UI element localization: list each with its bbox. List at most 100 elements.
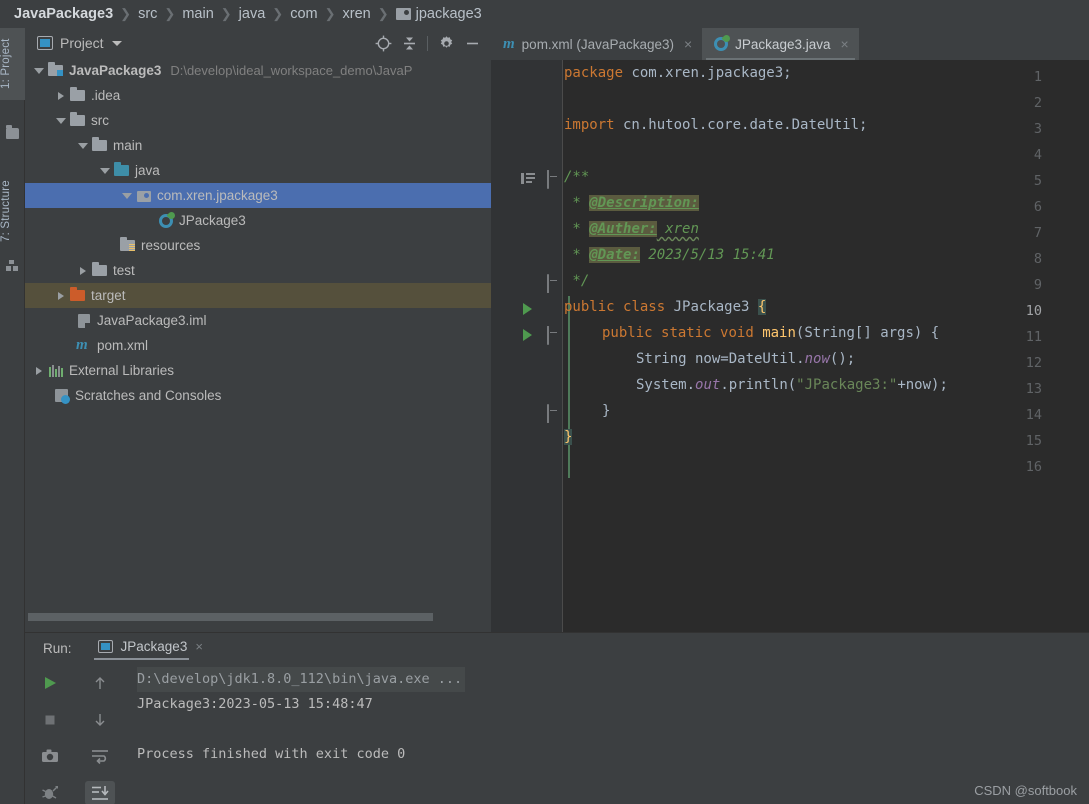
console-line-command: D:\develop\jdk1.8.0_112\bin\java.exe ...	[137, 667, 1089, 692]
tree-row-pom-xml[interactable]: m pom.xml	[25, 333, 491, 358]
expand-arrow-icon[interactable]	[53, 108, 69, 133]
folder-icon	[91, 258, 109, 283]
minimize-icon[interactable]	[459, 30, 485, 56]
expand-arrow-icon[interactable]	[53, 83, 69, 108]
breadcrumb-item-com[interactable]: com	[290, 6, 317, 22]
arrow-down-icon[interactable]	[85, 708, 115, 733]
tree-row-main[interactable]: main	[25, 133, 491, 158]
resources-folder-icon	[119, 233, 137, 258]
token-keyword: package	[564, 65, 624, 81]
chevron-down-icon[interactable]	[111, 40, 122, 46]
expand-arrow-icon[interactable]	[53, 283, 69, 308]
gear-icon[interactable]	[433, 30, 459, 56]
console-line-exit: Process finished with exit code 0	[137, 746, 406, 762]
editor-gutter[interactable]	[491, 60, 563, 632]
expand-arrow-icon[interactable]	[75, 133, 91, 158]
bug-icon[interactable]	[35, 781, 65, 804]
tool-window-tab-structure[interactable]: 7: Structure	[0, 168, 25, 254]
scroll-to-end-icon[interactable]	[85, 780, 115, 804]
structure-icon[interactable]	[6, 260, 19, 272]
run-tool-window: Run: JPackage3 × D:\develop\jdk1.8.0_112…	[25, 632, 1089, 804]
editor-tab-jpackage3-java[interactable]: JPackage3.java ×	[702, 28, 859, 60]
project-tree[interactable]: JavaPackage3 D:\develop\ideal_workspace_…	[25, 58, 491, 614]
tree-row-external-libraries[interactable]: External Libraries	[25, 358, 491, 383]
breadcrumb-item-main[interactable]: main	[182, 6, 213, 22]
tree-label: External Libraries	[69, 363, 175, 378]
console-line-output: JPackage3:2023-05-13 15:48:47	[137, 696, 373, 712]
tree-label: java	[135, 163, 160, 178]
code-line-15: }	[564, 424, 573, 450]
tree-row-iml-file[interactable]: JavaPackage3.iml	[25, 308, 491, 333]
fold-marker-method-start[interactable]	[547, 326, 560, 345]
expand-arrow-icon[interactable]	[119, 183, 135, 208]
close-icon[interactable]: ×	[840, 36, 848, 52]
folder-icon[interactable]	[6, 125, 19, 139]
tree-label: main	[113, 138, 143, 153]
soft-wrap-icon[interactable]	[85, 744, 115, 769]
close-icon[interactable]: ×	[684, 36, 692, 52]
editor-tab-label: pom.xml (JavaPackage3)	[521, 36, 674, 52]
breadcrumb-item-jpackage3[interactable]: jpackage3	[416, 6, 482, 22]
breadcrumb-item-xren[interactable]: xren	[343, 6, 371, 22]
scrollbar-thumb[interactable]	[28, 613, 433, 621]
breadcrumb-item-java[interactable]: java	[239, 6, 266, 22]
code-line-9: */	[564, 268, 589, 294]
breadcrumb-separator: ❯	[377, 6, 389, 21]
run-tab-jpackage3[interactable]: JPackage3 ×	[93, 639, 207, 660]
tree-row-java[interactable]: java	[25, 158, 491, 183]
breadcrumb-separator: ❯	[220, 6, 232, 21]
tree-row-com-xren-jpackage3[interactable]: com.xren.jpackage3	[25, 183, 491, 208]
tree-row-src[interactable]: src	[25, 108, 491, 133]
close-icon[interactable]: ×	[195, 639, 203, 654]
breadcrumb-item-project[interactable]: JavaPackage3	[14, 6, 113, 22]
tree-label: com.xren.jpackage3	[157, 188, 278, 203]
token-var-now: now=DateUtil.	[686, 351, 805, 367]
run-console-output[interactable]: D:\develop\jdk1.8.0_112\bin\java.exe ...…	[125, 665, 1089, 804]
token-javadoc-tag-auther: @Auther:	[589, 221, 657, 237]
folder-icon	[69, 108, 87, 133]
tree-row-resources[interactable]: resources	[25, 233, 491, 258]
stop-icon[interactable]	[35, 708, 65, 733]
tree-row-test[interactable]: test	[25, 258, 491, 283]
tree-row-jpackage3-class[interactable]: JPackage3	[25, 208, 491, 233]
tree-row-target[interactable]: target	[25, 283, 491, 308]
locate-icon[interactable]	[370, 30, 396, 56]
run-class-gutter-icon[interactable]	[523, 303, 532, 315]
editor-tab-pom-xml[interactable]: m pom.xml (JavaPackage3) ×	[491, 28, 702, 60]
fold-marker-method-end[interactable]	[547, 404, 560, 423]
tree-label: test	[113, 263, 135, 278]
play-icon[interactable]	[35, 671, 65, 696]
collapse-all-icon[interactable]	[396, 30, 422, 56]
expand-arrow-icon[interactable]	[31, 358, 47, 383]
fold-marker-javadoc-end[interactable]	[547, 274, 560, 293]
arrow-up-icon[interactable]	[85, 671, 115, 696]
expand-arrow-icon[interactable]	[75, 258, 91, 283]
tree-label: JavaPackage3.iml	[97, 313, 207, 328]
token-javadoc-star: *	[564, 247, 590, 263]
tree-label: Scratches and Consoles	[75, 388, 222, 403]
code-line-7: * @Auther: xren	[564, 216, 699, 242]
expand-arrow-icon[interactable]	[31, 58, 47, 83]
code-editor[interactable]: 1 2 3 4 5 6 7 8 9 10 11 12 13 14 15 16 p…	[491, 60, 1089, 632]
camera-icon[interactable]	[35, 744, 65, 769]
code-text[interactable]: package com.xren.jpackage3; import cn.hu…	[564, 60, 1089, 632]
tool-window-tab-project[interactable]: 1: Project	[0, 28, 25, 100]
run-configuration-icon	[97, 639, 113, 653]
fold-marker-javadoc-start[interactable]	[547, 170, 560, 189]
tree-row-scratches-and-consoles[interactable]: Scratches and Consoles	[25, 383, 491, 408]
folder-icon	[91, 133, 109, 158]
editor-tab-label: JPackage3.java	[735, 36, 831, 52]
token-println: .println(	[720, 377, 797, 393]
breadcrumb-item-src[interactable]: src	[138, 6, 157, 22]
project-horizontal-scrollbar[interactable]	[25, 612, 491, 622]
expand-arrow-icon[interactable]	[97, 158, 113, 183]
tree-row-javapackage3[interactable]: JavaPackage3 D:\develop\ideal_workspace_…	[25, 58, 491, 83]
token-field-out: out	[695, 377, 721, 393]
token-brace-open: {	[757, 299, 767, 315]
run-panel-header: Run: JPackage3 ×	[25, 633, 1089, 663]
run-method-gutter-icon[interactable]	[523, 329, 532, 341]
tree-row-idea[interactable]: .idea	[25, 83, 491, 108]
excluded-folder-icon	[69, 283, 87, 308]
token-import-name: cn.hutool.core.date.DateUtil;	[614, 117, 868, 133]
